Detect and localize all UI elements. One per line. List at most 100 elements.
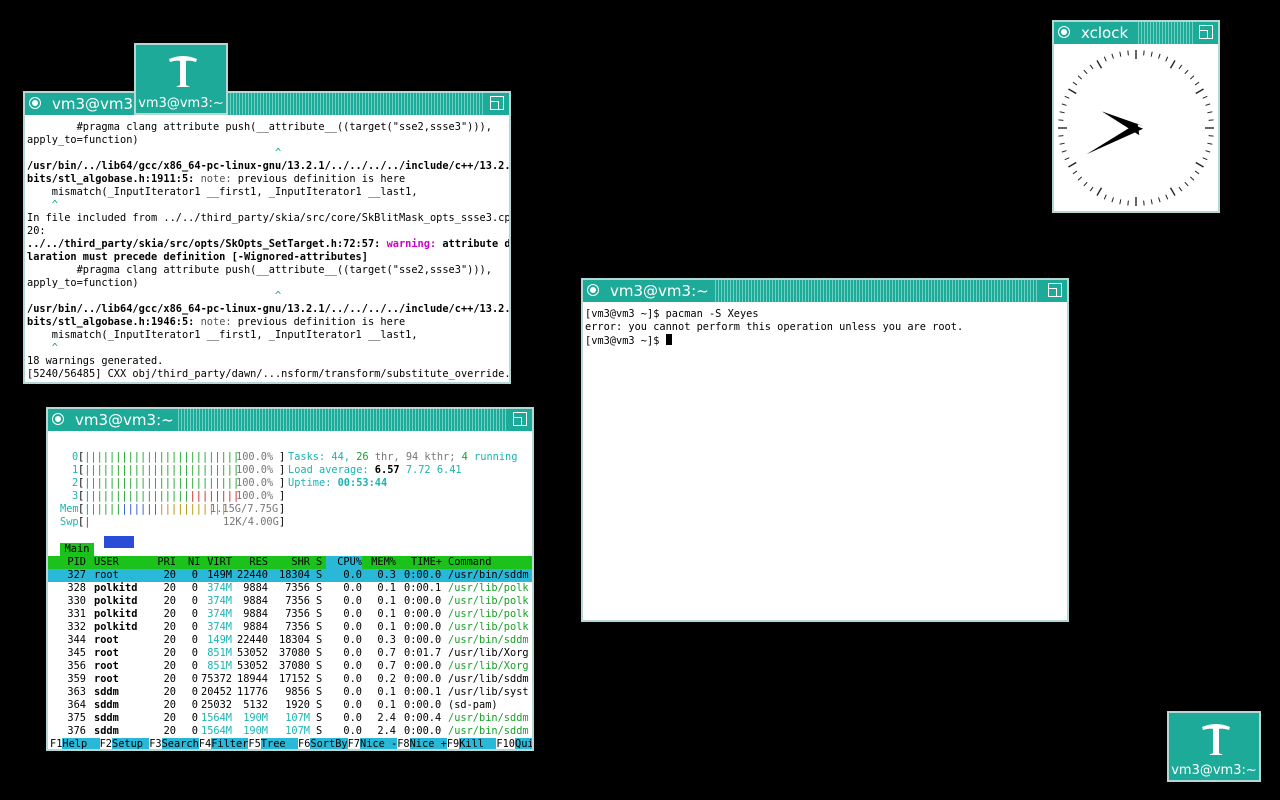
process-cell: 364 — [67, 699, 86, 711]
clock-tick — [1150, 199, 1153, 205]
terminal-line: /usr/bin/../lib64/gcc/x86_64-pc-linux-gn… — [27, 160, 509, 173]
iconified-terminal-top[interactable]: vm3@vm3:~ — [134, 43, 228, 115]
process-row[interactable]: 359 root 20 075372 18944 17152 S 0.0 0.2 0:00.02 /… — [48, 673, 532, 686]
process-cell: 375 — [67, 712, 86, 724]
process-cell: 20 — [163, 699, 176, 711]
tab-main[interactable]: Main — [60, 543, 94, 556]
fkey-f10[interactable]: F10Quit — [496, 738, 532, 749]
column-header-time[interactable]: TIME+ — [404, 556, 442, 569]
fkey-f1[interactable]: F1Help — [50, 738, 100, 749]
column-header-command[interactable]: Command — [448, 556, 532, 569]
column-header-user[interactable]: USER — [94, 556, 144, 569]
build-terminal-titlebar[interactable]: vm3@vm3:~ — [25, 93, 509, 115]
fkey-f9[interactable]: F9Kill — [447, 738, 497, 749]
window-menu-icon[interactable] — [1058, 26, 1070, 38]
clock-tick — [1165, 56, 1169, 62]
process-cell: 20 — [163, 647, 176, 659]
column-header-cpu[interactable]: CPU% — [326, 556, 362, 569]
process-cell: S — [316, 725, 323, 737]
process-cell: 0.1 — [377, 582, 396, 594]
column-header-pid[interactable]: PID — [58, 556, 86, 569]
process-cell: 0:00.00 — [404, 699, 442, 711]
process-row[interactable]: 344 root 20 0 149M 22440 18304 S 0.0 0.3 0:00.00/u… — [48, 634, 532, 647]
process-row[interactable]: 327 root 20 0 149M 22440 18304 S 0.0 0.3 0:00.04/u… — [48, 569, 532, 582]
maximize-icon[interactable] — [490, 96, 504, 110]
fkey-number: F4 — [198, 738, 212, 749]
column-header-s[interactable]: S — [316, 556, 324, 569]
process-cell: sddm — [94, 686, 119, 698]
process-cell: 7356 — [285, 595, 310, 607]
column-header-virt[interactable]: VIRT — [198, 556, 232, 569]
process-row[interactable]: 345 root 20 0 851M 53052 37080 S 0.0 0.7 0:01.79/u… — [48, 647, 532, 660]
column-header-pri[interactable]: PRI — [156, 556, 176, 569]
process-cell: root — [94, 569, 119, 581]
iconified-terminal-bottom[interactable]: vm3@vm3:~ — [1167, 711, 1261, 782]
process-cell: 0.1 — [377, 699, 396, 711]
build-terminal-window[interactable]: vm3@vm3:~ #pragma clang attribute push(_… — [23, 91, 511, 384]
window-menu-icon[interactable] — [587, 284, 599, 296]
process-cell: 0:01.79 — [404, 647, 442, 659]
process-cell: root — [94, 634, 119, 646]
process-cell: polkitd — [94, 608, 138, 620]
process-cell: 0.0 — [343, 569, 362, 581]
column-header-shr[interactable]: SHR — [274, 556, 310, 569]
shell-terminal-titlebar[interactable]: vm3@vm3:~ — [583, 280, 1067, 302]
shell-terminal-output[interactable]: [vm3@vm3 ~]$ pacman -S Xeyes error: you … — [583, 304, 1067, 620]
window-menu-icon[interactable] — [29, 97, 41, 109]
process-row[interactable]: 328 polkitd 20 0 374M 9884 7356 S 0.0 0.1 0:00.12 /… — [48, 582, 532, 595]
build-terminal-output[interactable]: #pragma clang attribute push(__attribute… — [25, 117, 509, 382]
process-row[interactable]: 376 sddm 20 01564M 190M 107M S 0.0 2.4 0:00.00/us… — [48, 725, 532, 738]
process-row[interactable]: 375 sddm 20 01564M 190M 107M S 0.0 2.4 0:00.46/us… — [48, 712, 532, 725]
clock-tick — [1202, 157, 1208, 161]
clock-tick — [1169, 187, 1176, 196]
process-cell: 376 — [67, 725, 86, 737]
process-cell: 107M — [285, 712, 310, 724]
fkey-f6[interactable]: F6SortBy — [298, 738, 348, 749]
htop-display[interactable]: 0 [||||||||||||||||||||||||| 100.0%] 1 [||||… — [48, 433, 532, 749]
process-cell: S — [316, 608, 323, 620]
process-cell: 37080 — [279, 647, 310, 659]
fkey-f3[interactable]: F3Search — [149, 738, 199, 749]
maximize-icon[interactable] — [1048, 283, 1062, 297]
fkey-f2[interactable]: F2Setup — [100, 738, 150, 749]
terminal-text: #pragma clang attribute push(__attribute… — [27, 121, 492, 133]
fkey-f7[interactable]: F7Nice - — [348, 738, 398, 749]
swap-meter: Swp [| 12K/4.00G] — [48, 516, 532, 529]
terminal-text: attribute dec — [442, 238, 509, 250]
process-row[interactable]: 331 polkitd 20 0 374M 9884 7356 S 0.0 0.1 0:00.00 /… — [48, 608, 532, 621]
xclock-titlebar[interactable]: xclock — [1054, 22, 1218, 44]
htop-window[interactable]: vm3@vm3:~ 0 [||||||||||||||||||||||||| 100… — [46, 407, 534, 751]
cpu-bar-fill: ||||||||||||||||||||||||| — [84, 490, 240, 502]
process-row[interactable]: 364 sddm 20 025032 5132 1920 S 0.0 0.1 0:00.00 (sd… — [48, 699, 532, 712]
clock-tick — [1089, 64, 1094, 70]
process-row[interactable]: 332 polkitd 20 0 374M 9884 7356 S 0.0 0.1 0:00.02 /… — [48, 621, 532, 634]
fkey-f5[interactable]: F5Tree — [248, 738, 298, 749]
process-row[interactable]: 363 sddm 20 020452 11776 9856 S 0.0 0.1 0:00.18/u… — [48, 686, 532, 699]
fkey-f4[interactable]: F4Filter — [199, 738, 249, 749]
process-cell: 0 — [191, 582, 198, 594]
clock-tick — [1194, 81, 1200, 86]
process-cell: 0 — [191, 725, 198, 737]
column-header-res[interactable]: RES — [236, 556, 268, 569]
xclock-window[interactable]: xclock — [1052, 20, 1220, 213]
process-row[interactable]: 356 root 20 0 851M 53052 37080 S 0.0 0.7 0:00.00/u… — [48, 660, 532, 673]
column-header-mem[interactable]: MEM% — [366, 556, 396, 569]
process-cell: 0 — [191, 686, 198, 698]
process-row[interactable]: 330 polkitd 20 0 374M 9884 7356 S 0.0 0.1 0:00.00 /… — [48, 595, 532, 608]
process-cell: S — [316, 686, 323, 698]
terminal-text: ../../third_party/skia/src/opts/SkOpts_S… — [27, 238, 387, 250]
process-cell: 20 — [163, 595, 176, 607]
htop-titlebar[interactable]: vm3@vm3:~ — [48, 409, 532, 431]
process-cell: /usr/lib/polk — [448, 621, 529, 633]
tab-io[interactable]: I/O — [104, 536, 134, 548]
terminal-text: /usr/bin/../lib64/gcc/x86_64-pc-linux-gn… — [27, 160, 509, 172]
process-cell: 20 — [163, 569, 176, 581]
window-menu-icon[interactable] — [52, 413, 64, 425]
column-header-ni[interactable]: NI — [188, 556, 200, 569]
terminal-line: bits/stl_algobase.h:1911:5: note: previo… — [27, 173, 509, 186]
maximize-icon[interactable] — [1199, 25, 1213, 39]
process-cell: S — [316, 621, 323, 633]
fkey-f8[interactable]: F8Nice + — [397, 738, 447, 749]
shell-terminal-window[interactable]: vm3@vm3:~ [vm3@vm3 ~]$ pacman -S Xeyes e… — [581, 278, 1069, 622]
maximize-icon[interactable] — [513, 412, 527, 426]
